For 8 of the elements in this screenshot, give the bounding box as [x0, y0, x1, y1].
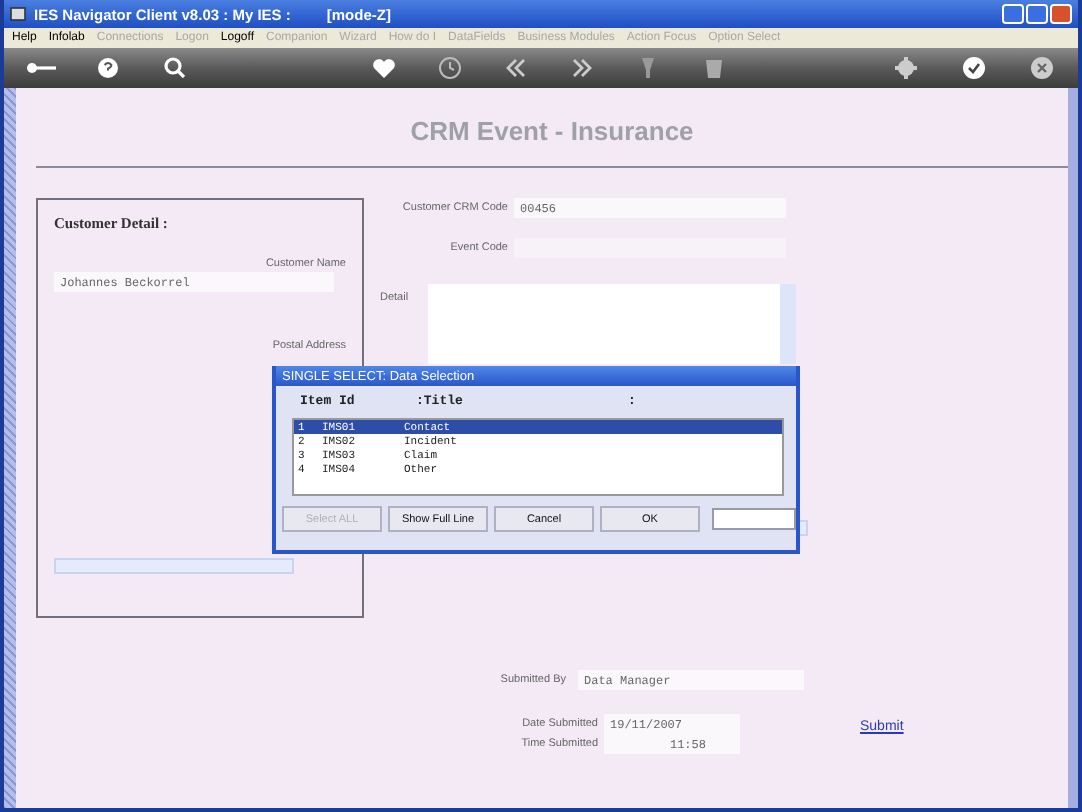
scrollbar[interactable]: [54, 558, 294, 574]
detail-field[interactable]: [428, 284, 797, 364]
close-button[interactable]: [1050, 4, 1072, 24]
maximize-button[interactable]: [1026, 4, 1048, 24]
app-icon: [10, 6, 26, 22]
input-field[interactable]: [712, 508, 796, 530]
minimize-button[interactable]: [1002, 4, 1024, 24]
page-title: CRM Event - Insurance: [36, 88, 1068, 168]
